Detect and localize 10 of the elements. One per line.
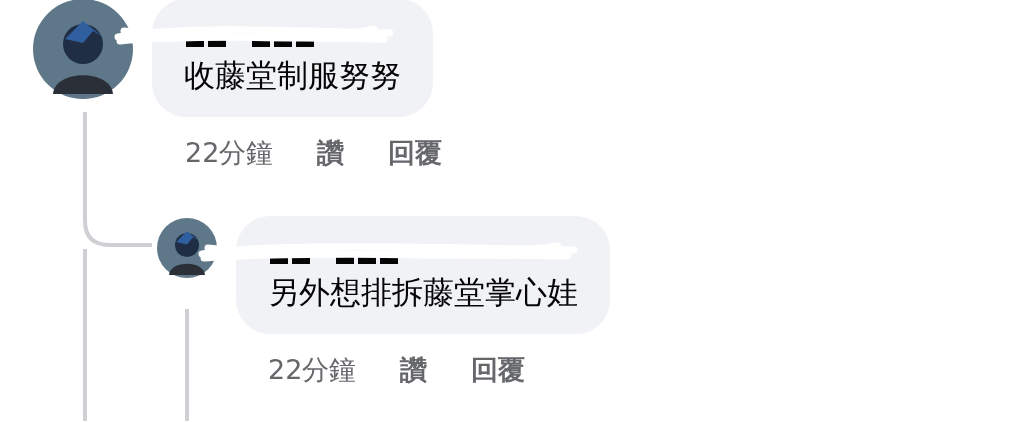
comment-text: 收藤堂制服努努 bbox=[184, 56, 401, 95]
reply-link[interactable]: 回覆 bbox=[471, 349, 526, 390]
avatar[interactable] bbox=[157, 217, 217, 278]
time-ago[interactable]: 22分鐘 bbox=[268, 349, 357, 390]
reply-link[interactable]: 回覆 bbox=[388, 133, 443, 174]
comment-text: 另外想排拆藤堂掌心娃 bbox=[268, 272, 578, 312]
time-ago[interactable]: 22分鐘 bbox=[185, 133, 274, 174]
avatar[interactable] bbox=[33, 0, 133, 99]
like-link[interactable]: 讚 bbox=[317, 133, 345, 174]
like-link[interactable]: 讚 bbox=[400, 349, 428, 390]
